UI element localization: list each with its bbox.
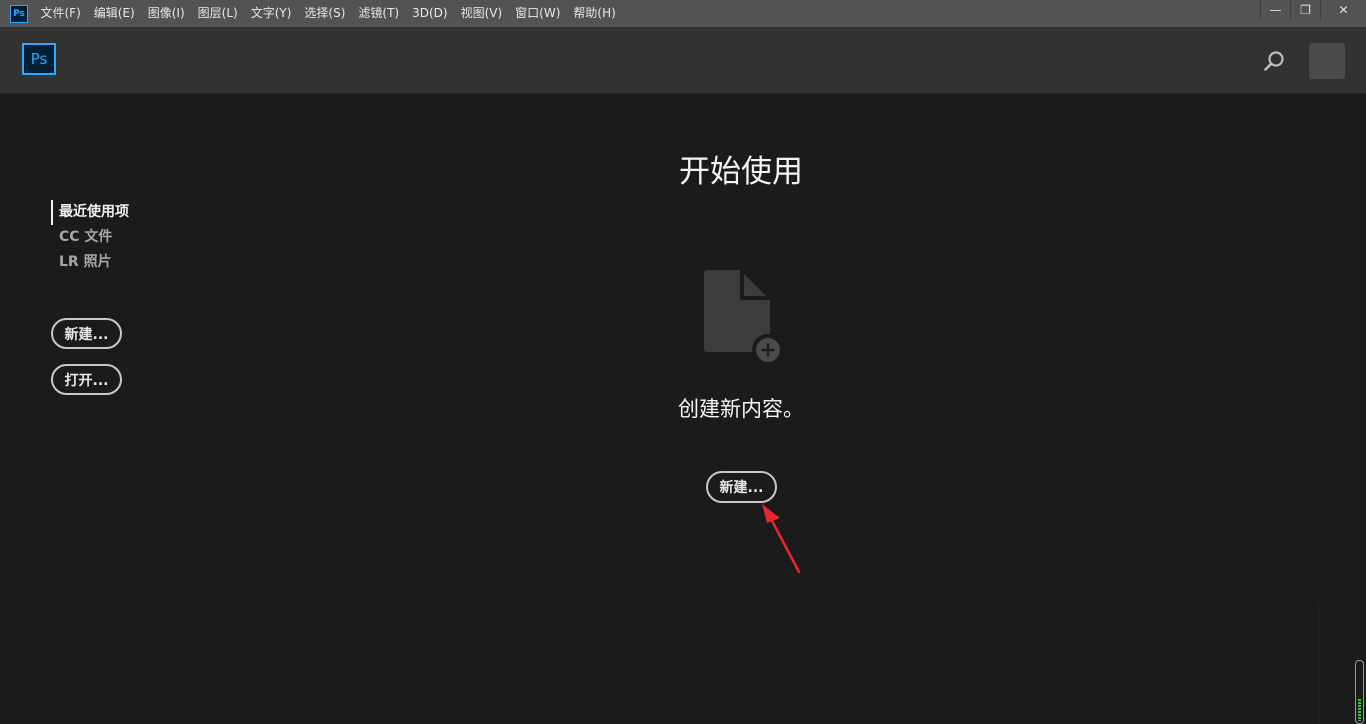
menu-filter[interactable]: 滤镜(T) bbox=[352, 0, 406, 27]
menu-window[interactable]: 窗口(W) bbox=[509, 0, 567, 27]
photoshop-start-screen: Ps 文件(F) 编辑(E) 图像(I) 图层(L) 文字(Y) 选择(S) 滤… bbox=[0, 0, 1366, 724]
app-icon[interactable]: Ps bbox=[10, 4, 28, 23]
scroll-track bbox=[1318, 604, 1319, 724]
menu-layer[interactable]: 图层(L) bbox=[191, 0, 244, 27]
search-icon[interactable] bbox=[1263, 50, 1285, 72]
close-button[interactable]: ✕ bbox=[1320, 0, 1366, 19]
home-header: Ps bbox=[0, 27, 1366, 94]
account-avatar[interactable] bbox=[1309, 43, 1345, 79]
menu-file[interactable]: 文件(F) bbox=[34, 0, 87, 27]
page-title: 开始使用 bbox=[679, 154, 803, 190]
annotation-arrow-icon bbox=[762, 504, 801, 574]
window-controls: — ❐ ✕ bbox=[1260, 0, 1366, 20]
scroll-indicator[interactable] bbox=[1355, 660, 1364, 724]
restore-button[interactable]: ❐ bbox=[1290, 0, 1320, 19]
sidebar-item-recent[interactable]: 最近使用项 bbox=[51, 200, 251, 225]
sidebar-open-button[interactable]: 打开... bbox=[51, 364, 122, 395]
menu-view[interactable]: 视图(V) bbox=[454, 0, 509, 27]
menu-image[interactable]: 图像(I) bbox=[141, 0, 191, 27]
scroll-indicator-fill bbox=[1358, 699, 1361, 721]
menu-3d[interactable]: 3D(D) bbox=[406, 0, 454, 27]
ps-logo[interactable]: Ps bbox=[22, 43, 56, 75]
new-document-icon bbox=[704, 270, 784, 366]
menu-bar: Ps 文件(F) 编辑(E) 图像(I) 图层(L) 文字(Y) 选择(S) 滤… bbox=[0, 0, 1366, 27]
sidebar-item-cc-files[interactable]: CC 文件 bbox=[51, 225, 251, 250]
menu-help[interactable]: 帮助(H) bbox=[567, 0, 622, 27]
menu-select[interactable]: 选择(S) bbox=[298, 0, 352, 27]
sidebar-item-lr-photos[interactable]: LR 照片 bbox=[51, 250, 251, 275]
sidebar-new-button[interactable]: 新建... bbox=[51, 318, 122, 349]
minimize-button[interactable]: — bbox=[1260, 0, 1290, 19]
menu-type[interactable]: 文字(Y) bbox=[244, 0, 298, 27]
sidebar-nav: 最近使用项 CC 文件 LR 照片 bbox=[51, 200, 251, 275]
create-new-text: 创建新内容。 bbox=[678, 397, 804, 421]
menu-edit[interactable]: 编辑(E) bbox=[87, 0, 141, 27]
